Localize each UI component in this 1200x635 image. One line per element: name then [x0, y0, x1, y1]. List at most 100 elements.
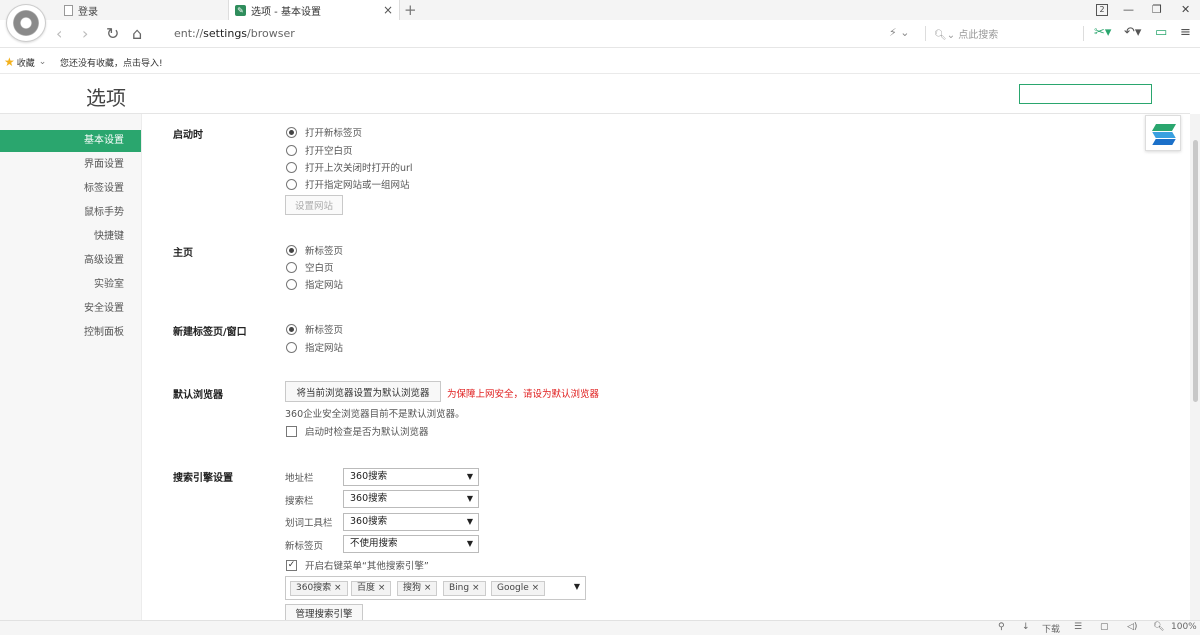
dropdown-arrow-icon[interactable]: ▼: [574, 582, 580, 591]
set-sites-button[interactable]: 设置网站: [285, 195, 343, 215]
chevron-down-icon: ⌄: [38, 57, 47, 67]
close-window-button[interactable]: ✕: [1181, 3, 1190, 16]
radio-button[interactable]: [286, 161, 297, 173]
address-bar: ‹ › ↻ ⌂ ent://settings/browser ⚡ ⌄ 🔍︎⌄ 点…: [0, 20, 1200, 48]
sidebar-item-basic[interactable]: 基本设置: [0, 130, 141, 152]
list-icon[interactable]: ☰: [1074, 622, 1082, 632]
minimize-button[interactable]: —: [1123, 3, 1134, 16]
window-icon[interactable]: ▢: [1100, 622, 1109, 632]
context-menu-engines-toggle[interactable]: ✓ 开启右键菜单“其他搜索引擎”: [286, 558, 429, 572]
startup-option-specific-sites[interactable]: 打开指定网站或一组网站: [286, 177, 410, 191]
newtab-engine-select[interactable]: 不使用搜索 ▼: [343, 535, 479, 553]
tab-label: 登录: [78, 6, 98, 18]
radio-button[interactable]: [286, 278, 297, 290]
scissors-icon[interactable]: ✂▾: [1094, 25, 1111, 40]
newtab-option-new-tab[interactable]: 新标签页: [286, 322, 343, 336]
settings-search-input[interactable]: [1019, 84, 1152, 104]
checkbox[interactable]: ✓: [286, 559, 297, 571]
close-tab-icon[interactable]: ×: [383, 3, 393, 17]
import-bookmarks-link[interactable]: 您还没有收藏，点击导入!: [60, 56, 163, 69]
tab-options[interactable]: ✎ 选项 - 基本设置 ×: [228, 0, 400, 20]
engine-chip[interactable]: 百度 ×: [351, 581, 392, 596]
set-default-browser-button[interactable]: 将当前浏览器设置为默认浏览器: [285, 381, 441, 402]
forward-button[interactable]: ›: [82, 24, 88, 44]
sidebar-item-mouse-gestures[interactable]: 鼠标手势: [0, 202, 141, 224]
new-tab-button[interactable]: +: [404, 0, 417, 20]
speed-mode-icon[interactable]: ⚡ ⌄: [889, 26, 909, 39]
engine-chip[interactable]: Google ×: [491, 581, 546, 596]
select-label: 新标签页: [285, 541, 324, 552]
zoom-icon[interactable]: 🔍︎: [1153, 622, 1164, 632]
newtab-option-specific[interactable]: 指定网站: [286, 340, 343, 354]
undo-close-icon[interactable]: ↶▾: [1124, 25, 1141, 40]
zoom-level[interactable]: 100%: [1171, 622, 1197, 632]
engine-chip[interactable]: 搜狗 ×: [397, 581, 438, 596]
tab-count-badge[interactable]: 2: [1096, 4, 1108, 16]
radio-button[interactable]: [286, 261, 297, 273]
tab-login[interactable]: 登录: [58, 0, 226, 20]
sidebar-item-advanced[interactable]: 高级设置: [0, 250, 141, 272]
select-label: 地址栏: [285, 473, 314, 484]
check-default-on-startup[interactable]: 启动时检查是否为默认浏览器: [286, 424, 429, 438]
sidebar-item-interface[interactable]: 界面设置: [0, 154, 141, 176]
toolbar-search-input[interactable]: 🔍︎⌄ 点此搜索: [934, 26, 998, 41]
stack-app-icon[interactable]: [1145, 115, 1181, 151]
startup-option-blank[interactable]: 打开空白页: [286, 143, 353, 157]
wrench-icon: ✎: [235, 4, 246, 16]
browser-logo-icon[interactable]: [6, 4, 46, 42]
sidebar-item-control-panel[interactable]: 控制面板: [0, 322, 141, 344]
back-button[interactable]: ‹: [56, 24, 62, 44]
radio-button[interactable]: [286, 341, 297, 353]
default-browser-status: 360企业安全浏览器目前不是默认浏览器。: [285, 409, 465, 420]
search-engine-section-label: 搜索引擎设置: [173, 473, 233, 484]
radio-button[interactable]: [286, 178, 297, 190]
homepage-section-label: 主页: [173, 248, 193, 259]
scrollbar-thumb[interactable]: [1193, 140, 1198, 402]
menu-icon[interactable]: ≡: [1180, 25, 1191, 40]
homepage-option-specific[interactable]: 指定网站: [286, 277, 343, 291]
volume-icon[interactable]: ◁): [1127, 622, 1137, 632]
startup-section-label: 启动时: [173, 130, 203, 141]
dropdown-arrow-icon: ▼: [466, 472, 473, 481]
speed-icon[interactable]: ⚲: [998, 622, 1005, 632]
sidebar-item-tabs[interactable]: 标签设置: [0, 178, 141, 200]
default-browser-warning: 为保障上网安全，请设为默认浏览器: [447, 389, 600, 400]
divider: [925, 26, 926, 41]
star-icon: ★: [4, 55, 15, 69]
radio-button[interactable]: [286, 144, 297, 156]
search-icon: 🔍︎⌄: [934, 30, 959, 41]
engine-chip[interactable]: 360搜索 ×: [290, 581, 348, 596]
select-label: 划词工具栏: [285, 518, 333, 529]
sidebar-item-security[interactable]: 安全设置: [0, 298, 141, 320]
download-arrow-icon[interactable]: ↓: [1022, 622, 1030, 632]
selection-toolbar-engine-select[interactable]: 360搜索 ▼: [343, 513, 479, 531]
restore-button[interactable]: ❐: [1152, 3, 1162, 16]
home-button[interactable]: ⌂: [132, 24, 142, 44]
download-button[interactable]: 下载: [1042, 622, 1060, 635]
settings-sidebar: 基本设置 界面设置 标签设置 鼠标手势 快捷键 高级设置 实验室 安全设置 控制…: [0, 114, 142, 620]
dropdown-arrow-icon: ▼: [466, 539, 473, 548]
sidebar-item-lab[interactable]: 实验室: [0, 274, 141, 296]
url-field[interactable]: ent://settings/browser: [174, 27, 295, 40]
radio-button[interactable]: [286, 244, 297, 256]
dropdown-arrow-icon: ▼: [466, 517, 473, 526]
page-icon: [64, 4, 73, 16]
bookmarks-bar: ★ 收藏 ⌄ 您还没有收藏，点击导入!: [0, 49, 1200, 74]
radio-button[interactable]: [286, 126, 297, 138]
sidebar-item-shortcuts[interactable]: 快捷键: [0, 226, 141, 248]
default-browser-section-label: 默认浏览器: [173, 390, 223, 401]
startup-option-last-session[interactable]: 打开上次关闭时打开的url: [286, 160, 413, 174]
radio-button[interactable]: [286, 323, 297, 335]
favorites-menu[interactable]: ★ 收藏 ⌄: [4, 55, 46, 69]
chat-icon[interactable]: ▭: [1155, 25, 1167, 40]
startup-option-new-tab[interactable]: 打开新标签页: [286, 125, 362, 139]
reload-button[interactable]: ↻: [106, 24, 119, 44]
engine-chip[interactable]: Bing ×: [443, 581, 486, 596]
engine-chip-list[interactable]: 360搜索 × 百度 × 搜狗 × Bing × Google × ▼: [285, 576, 586, 600]
address-bar-engine-select[interactable]: 360搜索 ▼: [343, 468, 479, 486]
checkbox[interactable]: [286, 425, 297, 437]
homepage-option-blank[interactable]: 空白页: [286, 260, 334, 274]
homepage-option-new-tab[interactable]: 新标签页: [286, 243, 343, 257]
search-bar-engine-select[interactable]: 360搜索 ▼: [343, 490, 479, 508]
status-bar: ⚲ ↓ 下载 ☰ ▢ ◁) 🔍︎ 100%: [0, 620, 1200, 635]
